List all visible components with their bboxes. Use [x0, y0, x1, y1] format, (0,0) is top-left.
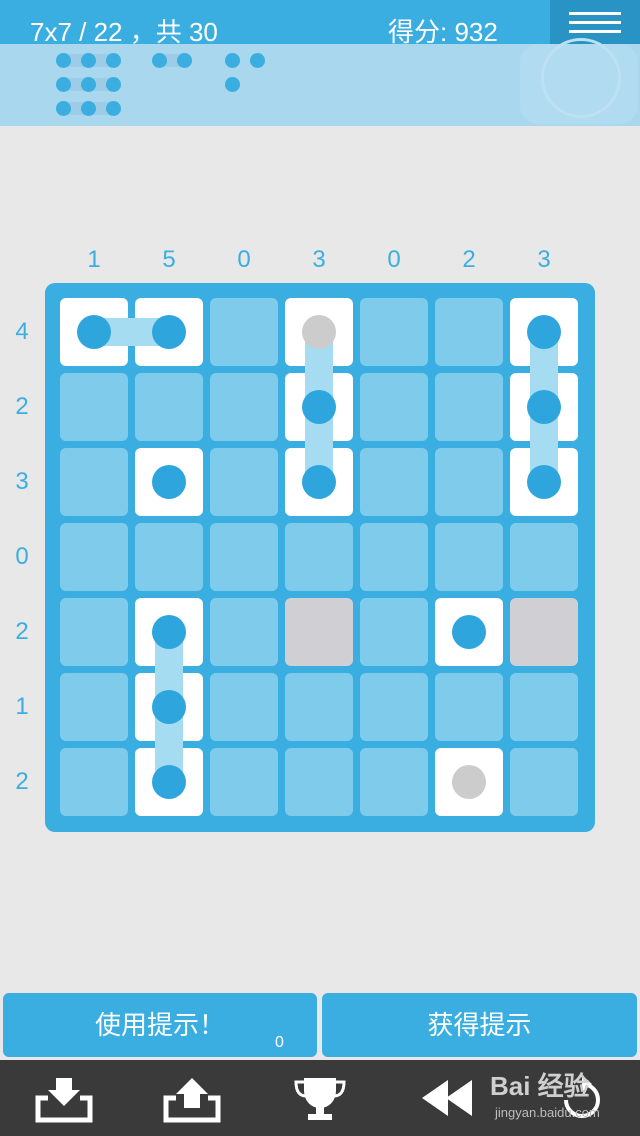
ship-segment: [527, 315, 561, 349]
row-clue: 4: [15, 318, 29, 345]
ship-segment: [302, 465, 336, 499]
use-hint-label: 使用提示！: [94, 1010, 225, 1040]
row-clue: 0: [15, 543, 29, 570]
grid-cell[interactable]: [360, 373, 428, 441]
column-clue: 5: [162, 246, 176, 273]
grid-cell[interactable]: [60, 673, 128, 741]
unconfirmed-ship-segment: [302, 315, 336, 349]
ship-segment: [152, 765, 186, 799]
grid-cell[interactable]: [510, 598, 578, 666]
grid-cell[interactable]: [60, 598, 128, 666]
grid-cell[interactable]: [360, 298, 428, 366]
grid-cell[interactable]: [285, 673, 353, 741]
unconfirmed-ship-segment: [452, 765, 486, 799]
fleet-ship-1: [225, 77, 241, 93]
grid-cell[interactable]: [435, 448, 503, 516]
ship-segment: [302, 390, 336, 424]
column-clue: 3: [312, 246, 326, 273]
puzzle-board: [45, 283, 595, 832]
grid-cell[interactable]: [285, 598, 353, 666]
grid-cell[interactable]: [210, 748, 278, 816]
ship-segment: [527, 390, 561, 424]
column-clue: 1: [87, 246, 101, 273]
column-clue: 0: [387, 246, 401, 273]
fleet-ship-3: [56, 77, 124, 93]
row-clue: 2: [15, 768, 29, 795]
top-bar: 7x7 / 22 ，共 30 得分: 932: [0, 0, 640, 47]
hint-count: 0: [275, 1034, 284, 1051]
ship-segment: [77, 315, 111, 349]
grid-cell[interactable]: [60, 523, 128, 591]
grid-cell[interactable]: [435, 673, 503, 741]
grid-cell[interactable]: [210, 448, 278, 516]
column-clue: 3: [537, 246, 551, 273]
use-hint-button[interactable]: 使用提示！: [3, 993, 317, 1057]
ship-segment: [152, 690, 186, 724]
row-clue: 2: [15, 393, 29, 420]
get-hints-label: 获得提示: [427, 1010, 532, 1040]
grid-cell[interactable]: [360, 523, 428, 591]
grid-cell[interactable]: [60, 748, 128, 816]
ship-segment: [152, 465, 186, 499]
ship-segment: [152, 615, 186, 649]
watermark-logo: Bai 经验: [490, 1071, 590, 1101]
row-clue: 1: [15, 693, 29, 720]
faded-logo-decoration: [520, 38, 638, 124]
grid-cell[interactable]: [285, 748, 353, 816]
grid-cell[interactable]: [360, 673, 428, 741]
get-hints-button[interactable]: 获得提示: [322, 993, 637, 1057]
grid-cell[interactable]: [510, 748, 578, 816]
grid-cell[interactable]: [210, 373, 278, 441]
ship-segment: [527, 465, 561, 499]
column-clue: 2: [462, 246, 476, 273]
fleet-ship-1: [250, 53, 266, 69]
grid-cell[interactable]: [60, 448, 128, 516]
grid-cell[interactable]: [360, 748, 428, 816]
hamburger-menu-icon[interactable]: [550, 0, 640, 44]
watermark-url: jingyan.baidu.com: [495, 1105, 600, 1120]
fleet-ship-3: [56, 53, 124, 69]
grid-cell[interactable]: [435, 523, 503, 591]
ship-segment: [452, 615, 486, 649]
ship-segment: [152, 315, 186, 349]
grid-cell[interactable]: [210, 298, 278, 366]
grid-cell[interactable]: [510, 523, 578, 591]
grid-cell[interactable]: [210, 598, 278, 666]
grid-cell[interactable]: [60, 373, 128, 441]
fleet-ship-3: [56, 101, 124, 117]
grid-cell[interactable]: [435, 373, 503, 441]
upload-icon[interactable]: [162, 1074, 222, 1124]
grid-cell[interactable]: [135, 373, 203, 441]
grid-cell[interactable]: [210, 523, 278, 591]
column-clues: 1 5 0 3 0 2 3: [0, 244, 640, 274]
row-clue: 2: [15, 618, 29, 645]
column-clue: 0: [237, 246, 251, 273]
grid-cell[interactable]: [135, 523, 203, 591]
fleet-ship-1: [225, 53, 241, 69]
rewind-icon[interactable]: [416, 1074, 476, 1124]
grid-cell[interactable]: [285, 523, 353, 591]
grid-cell[interactable]: [360, 598, 428, 666]
grid-cell[interactable]: [510, 673, 578, 741]
grid-cell[interactable]: [210, 673, 278, 741]
row-clue: 3: [15, 468, 29, 495]
grid-cell[interactable]: [435, 298, 503, 366]
grid-cell[interactable]: [360, 448, 428, 516]
fleet-ship-2: [152, 53, 196, 69]
trophy-icon[interactable]: [290, 1074, 350, 1124]
download-icon[interactable]: [34, 1074, 94, 1124]
